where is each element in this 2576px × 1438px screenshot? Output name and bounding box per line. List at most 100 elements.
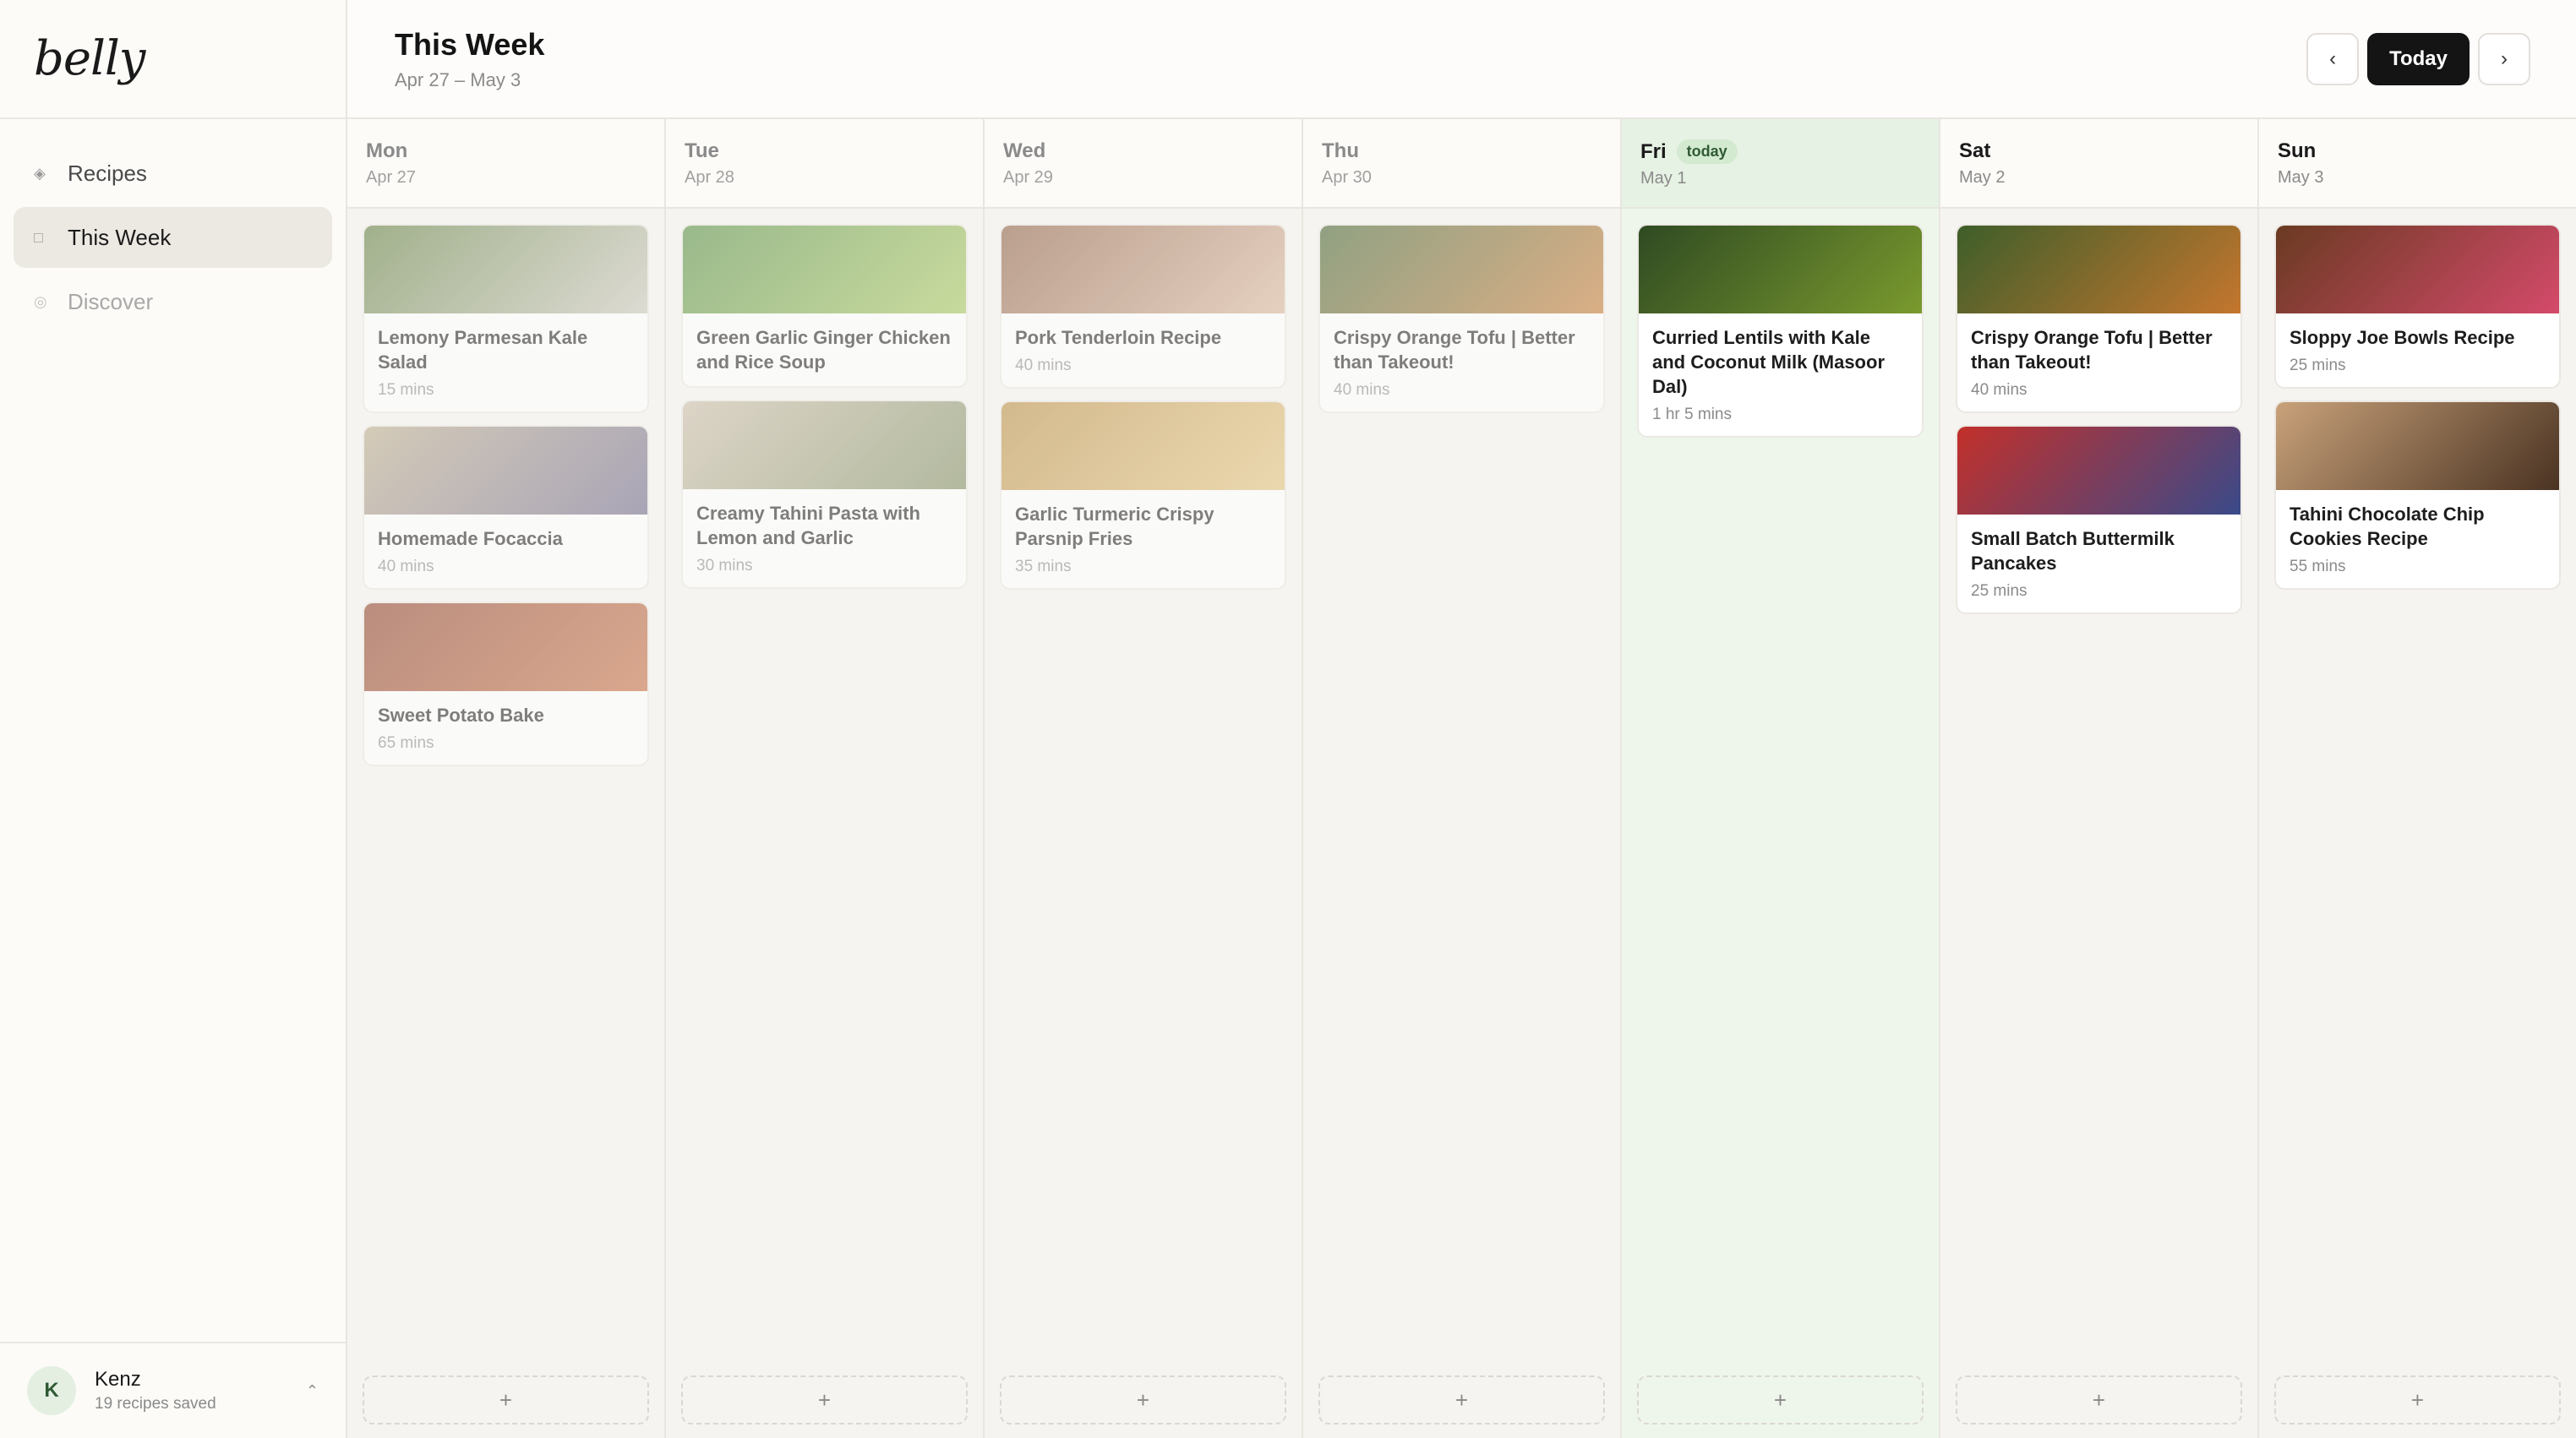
recipe-title: Small Batch Buttermilk Pancakes [1971,528,2175,574]
day-header: Sat May 2 [1940,119,2257,209]
sidebar-item-label: Recipes [68,160,147,186]
card-body: Creamy Tahini Pasta with Lemon and Garli… [683,489,966,587]
day-date: Apr 30 [1322,168,1372,187]
next-week-button[interactable]: › [2478,32,2530,85]
meal-card[interactable]: Lemony Parmesan Kale Salad 15 mins [363,224,649,413]
day-name-label: Sat [1959,139,1991,162]
user-name: Kenz [95,1368,141,1391]
square-icon: □ [34,228,43,246]
meal-card[interactable]: Homemade Focaccia 40 mins [363,425,649,590]
recipe-image [1001,402,1285,490]
day-column-sun: Sun May 3 Sloppy Joe Bowls Recipe 25 min… [2259,119,2576,1438]
card-body: Curried Lentils with Kale and Coconut Mi… [1639,313,1922,436]
day-column-sat: Sat May 2 Crispy Orange Tofu | Better th… [1940,119,2259,1438]
recipe-image [1639,226,1922,313]
recipe-time: 55 mins [2289,558,2346,575]
day-name: Fri today [1640,139,1920,164]
app-logo[interactable]: belly [34,31,145,86]
user-menu[interactable]: K Kenz 19 recipes saved ⌃ [0,1342,346,1438]
day-header: Tue Apr 28 [666,119,983,209]
recipe-title: Lemony Parmesan Kale Salad [378,327,588,373]
date-range: Apr 27 – May 3 [395,68,521,90]
card-body: Sloppy Joe Bowls Recipe 25 mins [2276,313,2559,387]
day-date: May 1 [1640,169,1687,188]
diamond-icon: ◈ [34,164,46,182]
card-body: Garlic Turmeric Crispy Parsnip Fries 35 … [1001,490,1285,588]
meal-list: Curried Lentils with Kale and Coconut Mi… [1622,209,1939,438]
today-button[interactable]: Today [2367,32,2470,85]
sidebar: belly ◈ Recipes □ This Week ◎ Discover K… [0,0,347,1438]
recipe-time: 40 mins [378,558,434,575]
prev-week-button[interactable]: ‹ [2306,32,2360,85]
day-header: Mon Apr 27 [347,119,664,209]
day-column-wed: Wed Apr 29 Pork Tenderloin Recipe 40 min… [985,119,1303,1438]
day-date: May 2 [1959,168,2006,187]
day-column-thu: Thu Apr 30 Crispy Orange Tofu | Better t… [1303,119,1622,1438]
sidebar-item-label: Discover [68,288,154,314]
recipe-time: 25 mins [1971,582,2028,600]
meal-card[interactable]: Garlic Turmeric Crispy Parsnip Fries 35 … [1000,400,1286,590]
recipe-time: 25 mins [2289,357,2346,374]
day-date: Apr 29 [1003,168,1053,187]
sidebar-item-discover[interactable]: ◎ Discover [14,271,332,332]
meal-card[interactable]: Pork Tenderloin Recipe 40 mins [1000,224,1286,389]
add-meal-button[interactable]: + [1000,1375,1286,1424]
day-header: Wed Apr 29 [985,119,1302,209]
card-body: Green Garlic Ginger Chicken and Rice Sou… [683,313,966,386]
chevron-up-icon[interactable]: ⌃ [306,1382,319,1400]
recipe-title: Garlic Turmeric Crispy Parsnip Fries [1015,504,1214,549]
sidebar-item-this-week[interactable]: □ This Week [14,207,332,268]
recipe-image [1001,226,1285,313]
meal-card[interactable]: Creamy Tahini Pasta with Lemon and Garli… [681,400,968,589]
recipe-title: Sweet Potato Bake [378,705,544,726]
meal-card[interactable]: Sloppy Joe Bowls Recipe 25 mins [2274,224,2561,389]
card-body: Tahini Chocolate Chip Cookies Recipe 55 … [2276,490,2559,588]
recipe-title: Creamy Tahini Pasta with Lemon and Garli… [696,503,920,548]
card-body: Sweet Potato Bake 65 mins [364,691,647,765]
meal-card[interactable]: Sweet Potato Bake 65 mins [363,602,649,766]
add-meal-button[interactable]: + [363,1375,649,1424]
add-meal-button[interactable]: + [1637,1375,1924,1424]
day-date: May 3 [2278,168,2324,187]
meal-card[interactable]: Tahini Chocolate Chip Cookies Recipe 55 … [2274,400,2561,590]
meal-list: Sloppy Joe Bowls Recipe 25 mins Tahini C… [2259,209,2576,590]
add-meal-button[interactable]: + [1318,1375,1605,1424]
recipe-image [683,401,966,489]
recipe-title: Tahini Chocolate Chip Cookies Recipe [2289,504,2485,549]
day-date: Apr 27 [366,168,416,187]
add-meal-button[interactable]: + [1956,1375,2242,1424]
sidebar-nav: ◈ Recipes □ This Week ◎ Discover [0,119,346,1342]
day-name-label: Wed [1003,139,1046,162]
add-meal-button[interactable]: + [2274,1375,2561,1424]
day-name: Mon [366,139,646,163]
recipe-title: Pork Tenderloin Recipe [1015,327,1222,348]
today-badge: today [1676,139,1738,164]
day-name-label: Tue [685,139,719,162]
card-body: Small Batch Buttermilk Pancakes 25 mins [1957,515,2240,613]
day-name-label: Sun [2278,139,2317,162]
add-meal-button[interactable]: + [681,1375,968,1424]
recipe-title: Curried Lentils with Kale and Coconut Mi… [1652,327,1885,397]
card-body: Crispy Orange Tofu | Better than Takeout… [1957,313,2240,411]
meal-card[interactable]: Small Batch Buttermilk Pancakes 25 mins [1956,425,2242,614]
sidebar-item-recipes[interactable]: ◈ Recipes [14,143,332,204]
card-body: Homemade Focaccia 40 mins [364,515,647,588]
sidebar-item-label: This Week [68,224,172,250]
meal-card[interactable]: Crispy Orange Tofu | Better than Takeout… [1318,224,1605,413]
recipe-image [2276,402,2559,490]
recipe-time: 30 mins [696,557,753,575]
recipe-time: 35 mins [1015,558,1072,575]
page-header: This Week Apr 27 – May 3 ‹ Today › [347,0,2576,119]
meal-card[interactable]: Green Garlic Ginger Chicken and Rice Sou… [681,224,968,388]
recipe-image [364,226,647,313]
meal-card[interactable]: Crispy Orange Tofu | Better than Takeout… [1956,224,2242,413]
logo-area: belly [0,0,346,119]
main-content: This Week Apr 27 – May 3 ‹ Today › Mon A… [347,0,2576,1438]
day-name-label: Fri [1640,139,1667,163]
recipe-title: Green Garlic Ginger Chicken and Rice Sou… [696,327,951,373]
recipe-image [364,603,647,691]
day-header: Thu Apr 30 [1303,119,1620,209]
meal-card[interactable]: Curried Lentils with Kale and Coconut Mi… [1637,224,1924,438]
recipe-title: Homemade Focaccia [378,528,563,549]
recipe-title: Crispy Orange Tofu | Better than Takeout… [1334,327,1575,373]
